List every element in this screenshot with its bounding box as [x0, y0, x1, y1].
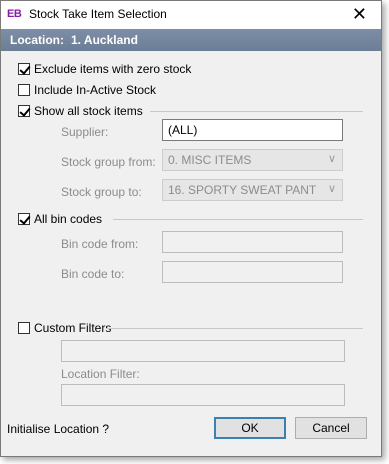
stock-group-from-label: Stock group from: [61, 155, 156, 169]
custom-filters-divider [106, 328, 363, 329]
supplier-field[interactable]: (ALL) [162, 119, 343, 141]
include-inactive-checkbox[interactable] [18, 84, 30, 96]
stock-group-from-select[interactable]: 0. MISC ITEMS ∨ [162, 149, 343, 171]
custom-filters-checkbox[interactable] [18, 322, 30, 334]
location-label: Location: [10, 33, 64, 47]
stock-group-from-value: 0. MISC ITEMS [168, 153, 252, 167]
exclude-zero-stock-label: Exclude items with zero stock [34, 62, 192, 76]
bin-code-from-field[interactable] [162, 231, 343, 253]
title-bar: EB Stock Take Item Selection ✕ [1, 1, 381, 29]
custom-filters-option[interactable]: Custom Filters [18, 321, 111, 335]
stock-group-divider [150, 111, 363, 112]
exclude-zero-stock-option[interactable]: Exclude items with zero stock [18, 62, 191, 76]
chevron-down-icon: ∨ [327, 183, 336, 195]
location-filter-label: Location Filter: [61, 367, 140, 381]
dialog-window: EB Stock Take Item Selection ✕ Location:… [0, 0, 382, 457]
include-inactive-option[interactable]: Include In-Active Stock [18, 83, 156, 97]
location-header: Location: 1. Auckland [1, 29, 381, 51]
custom-filters-label: Custom Filters [34, 321, 112, 335]
ok-button[interactable]: OK [214, 417, 286, 439]
cancel-button[interactable]: Cancel [295, 417, 367, 439]
supplier-label: Supplier: [61, 125, 109, 139]
bin-code-to-label: Bin code to: [61, 267, 125, 281]
app-logo-icon: EB [7, 8, 22, 20]
include-inactive-label: Include In-Active Stock [34, 83, 157, 97]
bin-code-from-label: Bin code from: [61, 237, 139, 251]
show-all-stock-label: Show all stock items [34, 104, 143, 118]
exclude-zero-stock-checkbox[interactable] [18, 63, 30, 75]
all-bin-codes-label: All bin codes [34, 212, 103, 226]
location-filter-field[interactable] [61, 384, 345, 406]
show-all-stock-option[interactable]: Show all stock items [18, 104, 143, 118]
stock-group-to-value: 16. SPORTY SWEAT PANT [168, 183, 317, 197]
custom-filter-field[interactable] [61, 340, 345, 362]
chevron-down-icon: ∨ [327, 153, 336, 165]
all-bin-codes-checkbox[interactable] [18, 213, 30, 225]
initialise-location-text: Initialise Location ? [7, 422, 110, 436]
show-all-stock-checkbox[interactable] [18, 105, 30, 117]
stock-group-to-select[interactable]: 16. SPORTY SWEAT PANT ∨ [162, 179, 343, 201]
window-title: Stock Take Item Selection [29, 7, 167, 21]
stock-group-to-label: Stock group to: [61, 185, 142, 199]
location-value: 1. Auckland [71, 33, 138, 47]
close-icon[interactable]: ✕ [352, 3, 367, 25]
bin-code-to-field[interactable] [162, 261, 343, 283]
all-bin-codes-option[interactable]: All bin codes [18, 212, 102, 226]
bin-group-divider [113, 219, 363, 220]
